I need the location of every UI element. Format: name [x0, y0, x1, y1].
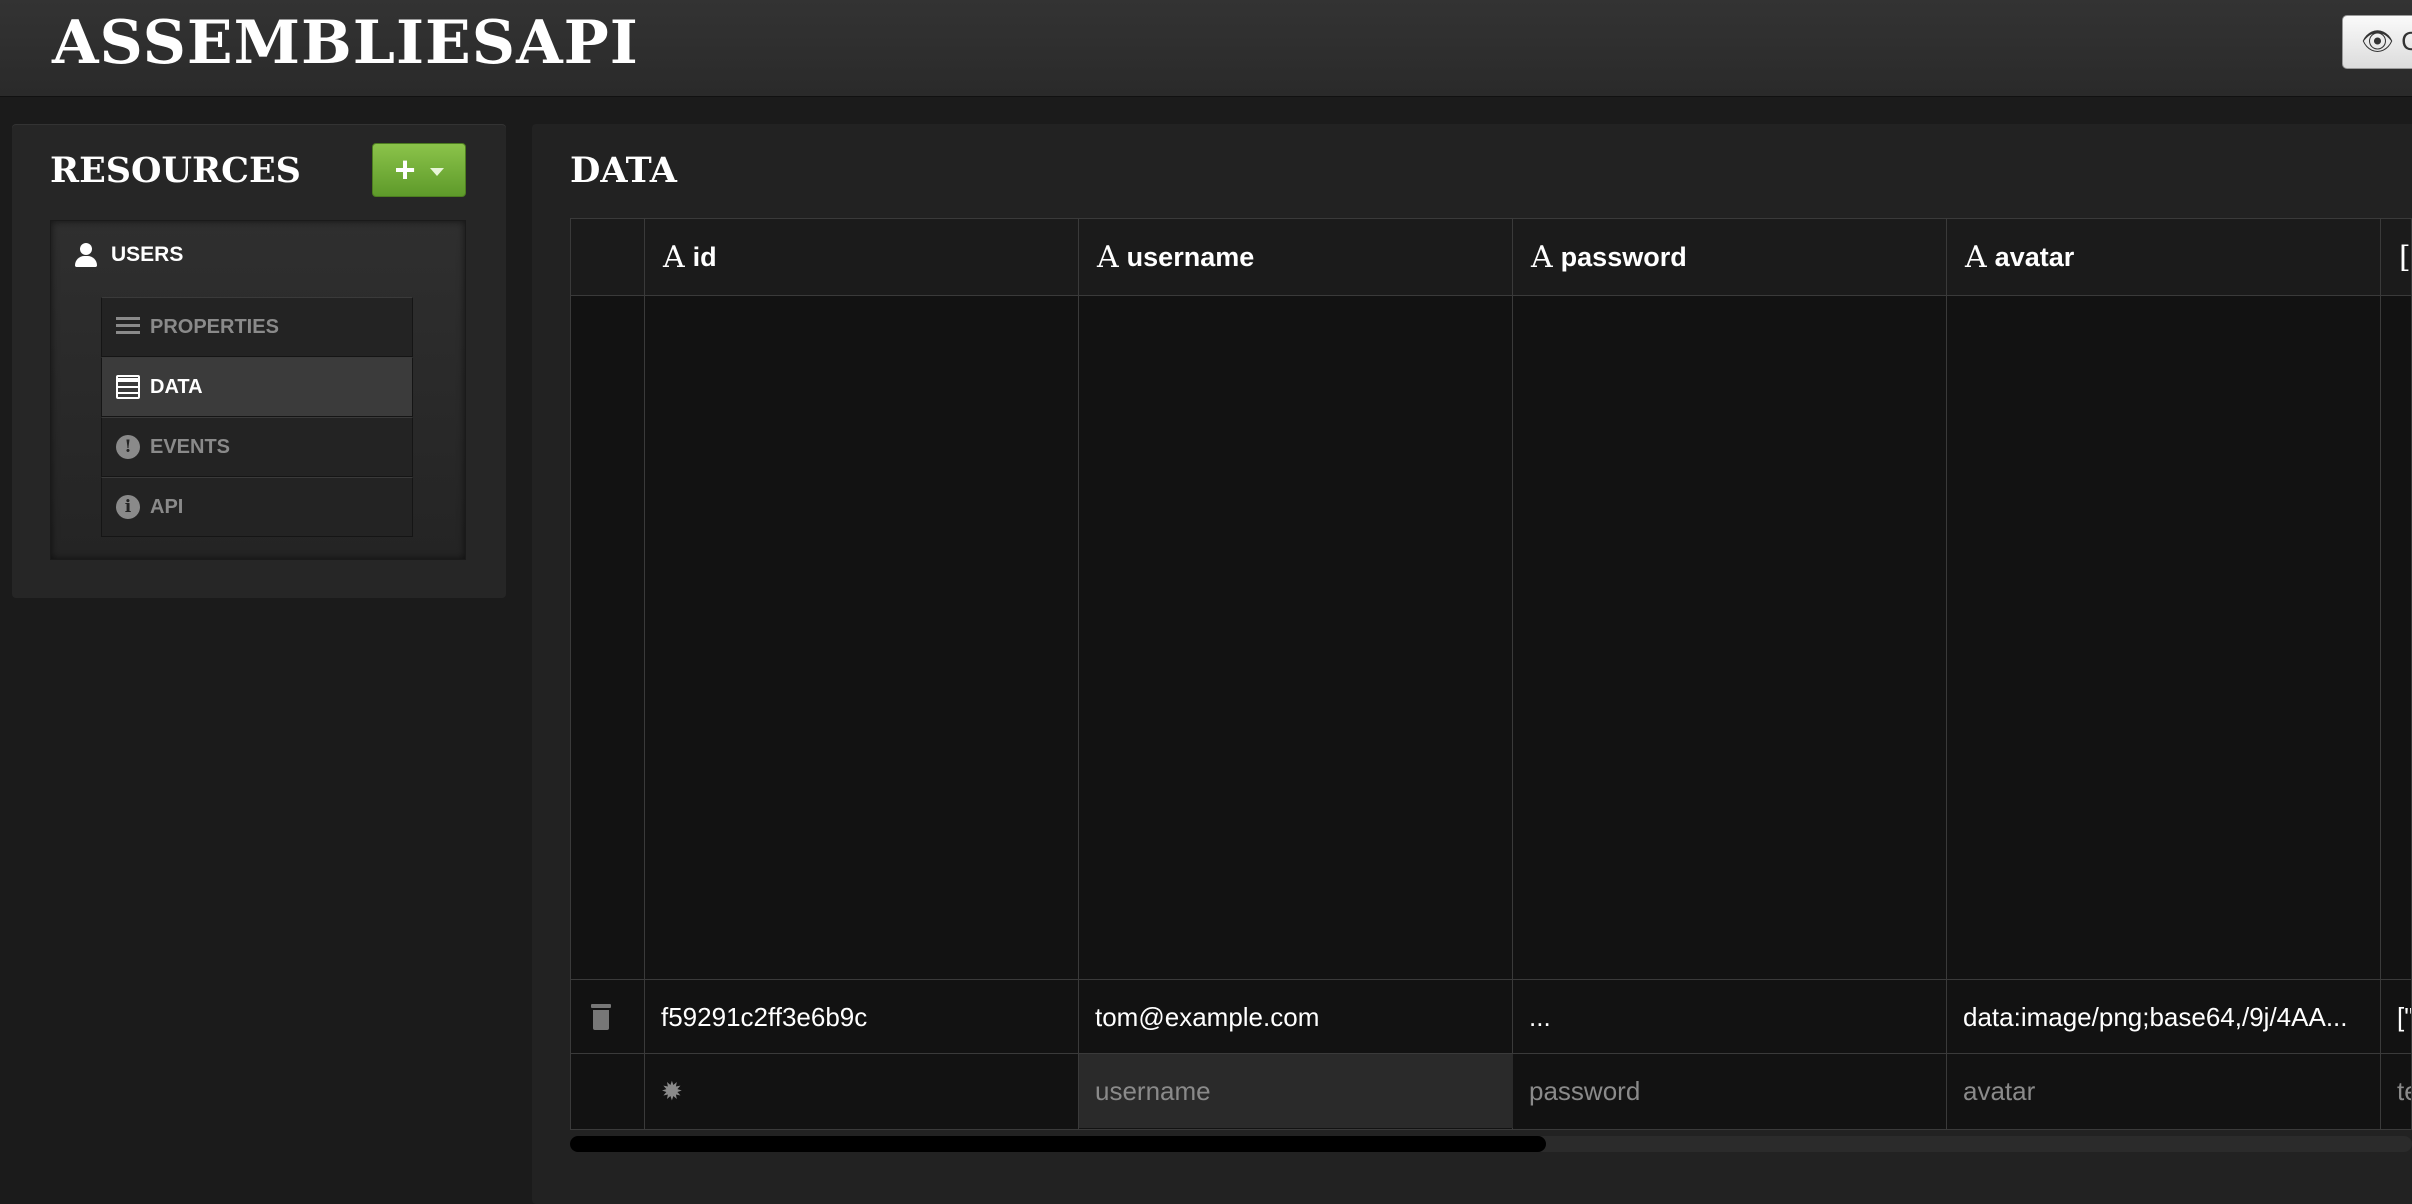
string-type-icon: A [1965, 239, 1987, 275]
asterisk-icon: ✹ [661, 1075, 683, 1106]
add-resource-button[interactable]: + [372, 143, 466, 197]
plus-icon: + [394, 149, 416, 190]
new-extra-input[interactable]: te [2381, 1054, 2411, 1128]
list-icon [116, 317, 140, 337]
resource-users-header[interactable]: USERS [75, 243, 183, 267]
eye-icon: 👁 [2361, 26, 2395, 56]
trash-icon [591, 1004, 611, 1030]
string-type-icon: A [663, 239, 685, 275]
data-panel: DATA A id A username A password A avatar [532, 124, 2412, 1204]
sidebar-item-api[interactable]: i API [101, 477, 413, 537]
new-password-input[interactable]: password [1513, 1054, 1947, 1128]
array-type-icon: [ [2399, 239, 2411, 275]
sidebar-item-events[interactable]: ! EVENTS [101, 417, 413, 477]
info-icon: i [116, 495, 140, 519]
column-header-label: id [692, 241, 717, 272]
table-cell-extra[interactable]: [" [2381, 980, 2411, 1054]
table-cell-username[interactable]: tom@example.com [1079, 980, 1513, 1054]
exclamation-icon: ! [116, 435, 140, 459]
scrollbar-thumb[interactable] [570, 1136, 1547, 1152]
column-header-id[interactable]: A id [645, 219, 1079, 295]
table-cell-avatar[interactable]: data:image/png;base64,/9j/4AA... [1947, 980, 2381, 1054]
sidebar-item-label: EVENTS [150, 435, 231, 458]
grid-row-divider [571, 295, 2411, 296]
table-icon [116, 375, 140, 399]
table-cell-id[interactable]: f59291c2ff3e6b9c [645, 980, 1079, 1054]
app-title: ASSEMBLIESAPI [52, 8, 639, 78]
horizontal-scrollbar[interactable] [570, 1136, 2412, 1152]
open-button-label: Open [2401, 26, 2412, 56]
resource-users: USERS PROPERTIES DATA ! EVENTS i API [50, 220, 466, 560]
sidebar-item-properties[interactable]: PROPERTIES [101, 297, 413, 357]
sidebar-item-label: API [150, 495, 184, 518]
column-header-extra[interactable]: [ [2381, 219, 2411, 295]
open-button[interactable]: 👁 Open [2342, 15, 2412, 69]
table-cell-password[interactable]: ... [1513, 980, 1947, 1054]
column-header-label: password [1560, 241, 1687, 272]
new-username-input[interactable]: username [1079, 1054, 1513, 1128]
caret-down-icon [429, 168, 444, 176]
sidebar-item-label: PROPERTIES [150, 315, 279, 338]
column-header-password[interactable]: A password [1513, 219, 1947, 295]
string-type-icon: A [1531, 239, 1553, 275]
column-header-username[interactable]: A username [1079, 219, 1513, 295]
top-bar: ASSEMBLIESAPI 👁 Open [0, 0, 2412, 97]
user-icon [75, 243, 97, 267]
string-type-icon: A [1097, 239, 1119, 275]
sidebar-item-data[interactable]: DATA [101, 357, 413, 417]
data-grid: A id A username A password A avatar [ f5… [570, 218, 2412, 1130]
resources-sidebar: RESOURCES + USERS PROPERTIES DATA ! EVEN… [12, 124, 506, 598]
page-title: DATA [570, 150, 677, 191]
column-header-label: avatar [1994, 241, 2075, 272]
column-header-avatar[interactable]: A avatar [1947, 219, 2381, 295]
new-avatar-input[interactable]: avatar [1947, 1054, 2381, 1128]
resource-sub-nav: PROPERTIES DATA ! EVENTS i API [101, 297, 413, 537]
new-row-gutter [571, 1054, 645, 1128]
sidebar-item-label: DATA [150, 375, 203, 398]
resource-name: USERS [111, 243, 184, 266]
new-row-id-cell: ✹ [645, 1054, 1079, 1128]
delete-row-button[interactable] [571, 980, 645, 1054]
column-header-label: username [1126, 241, 1255, 272]
sidebar-title: RESOURCES [50, 150, 301, 191]
